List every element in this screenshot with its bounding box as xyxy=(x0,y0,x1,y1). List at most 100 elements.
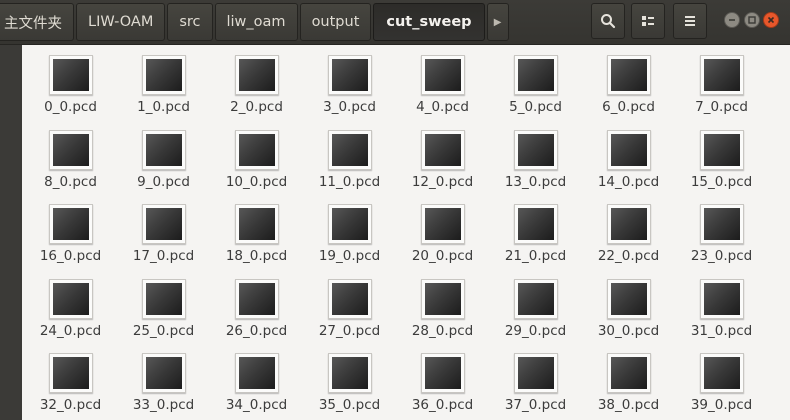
file-name-label: 16_0.pcd xyxy=(39,248,102,264)
file-name-label: 26_0.pcd xyxy=(225,322,288,339)
file-thumbnail-preview xyxy=(703,133,740,166)
file-thumbnail-preview xyxy=(52,208,89,240)
breadcrumb-home[interactable]: 主文件夹 xyxy=(0,3,74,41)
file-name-label: 13_0.pcd xyxy=(504,173,567,190)
file-thumbnail-preview xyxy=(424,208,461,240)
pcd-file-icon xyxy=(699,55,744,95)
file-item[interactable]: 35_0.pcd xyxy=(303,353,396,420)
file-item[interactable]: 34_0.pcd xyxy=(210,353,303,420)
file-item[interactable]: 28_0.pcd xyxy=(396,278,489,354)
file-thumbnail-preview xyxy=(145,357,182,389)
file-item[interactable]: 10_0.pcd xyxy=(210,129,303,205)
file-name-label: 30_0.pcd xyxy=(597,322,660,339)
file-item[interactable]: 2_0.pcd xyxy=(210,55,303,130)
breadcrumb-liw-oam[interactable]: LIW-OAM xyxy=(76,3,166,41)
file-item[interactable]: 4_0.pcd xyxy=(396,55,489,130)
file-item[interactable]: 36_0.pcd xyxy=(396,353,489,420)
file-thumbnail-preview xyxy=(424,133,461,166)
file-thumbnail-preview xyxy=(424,357,461,389)
hamburger-menu-icon xyxy=(685,16,695,26)
file-item[interactable]: 22_0.pcd xyxy=(582,204,675,279)
pcd-file-icon xyxy=(699,129,744,170)
file-item[interactable]: 12_0.pcd xyxy=(396,129,489,205)
file-name-label: 37_0.pcd xyxy=(504,397,567,413)
file-name-label: 20_0.pcd xyxy=(411,248,474,264)
pcd-file-icon xyxy=(141,353,186,393)
menu-button[interactable] xyxy=(673,3,707,39)
file-thumbnail-preview xyxy=(703,282,740,315)
breadcrumb-current[interactable]: cut_sweep xyxy=(373,3,485,41)
file-name-label: 1_0.pcd xyxy=(137,99,190,115)
pcd-file-icon xyxy=(48,129,93,170)
file-item[interactable]: 38_0.pcd xyxy=(582,353,675,420)
file-name-label: 25_0.pcd xyxy=(132,322,195,339)
file-thumbnail-preview xyxy=(610,59,647,91)
file-item[interactable]: 7_0.pcd xyxy=(675,55,768,130)
file-item[interactable]: 26_0.pcd xyxy=(210,278,303,354)
file-item[interactable]: 6_0.pcd xyxy=(582,55,675,130)
file-item[interactable]: 23_0.pcd xyxy=(675,204,768,279)
file-item[interactable]: 14_0.pcd xyxy=(582,129,675,205)
file-item[interactable]: 32_0.pcd xyxy=(24,353,117,420)
file-item[interactable]: 25_0.pcd xyxy=(117,278,210,354)
minimize-icon xyxy=(729,19,735,21)
close-button[interactable] xyxy=(763,12,779,28)
file-item[interactable]: 33_0.pcd xyxy=(117,353,210,420)
file-item[interactable]: 0_0.pcd xyxy=(24,55,117,130)
file-item[interactable]: 27_0.pcd xyxy=(303,278,396,354)
pathbar-scroll-right-button[interactable]: ▶ xyxy=(486,3,509,41)
file-grid: 0_0.pcd 1_0.pcd 2_0.pcd 3_0.pcd 4_0.pcd 5_0.p… xyxy=(24,55,768,420)
file-item[interactable]: 39_0.pcd xyxy=(675,353,768,420)
file-item[interactable]: 8_0.pcd xyxy=(24,129,117,205)
view-toggle-button[interactable] xyxy=(631,3,665,39)
file-name-label: 36_0.pcd xyxy=(411,397,474,413)
file-name-label: 0_0.pcd xyxy=(44,99,97,115)
file-thumbnail-preview xyxy=(424,59,461,91)
file-name-label: 31_0.pcd xyxy=(690,322,753,339)
maximize-icon xyxy=(748,16,756,24)
file-item[interactable]: 1_0.pcd xyxy=(117,55,210,130)
file-item[interactable]: 21_0.pcd xyxy=(489,204,582,279)
breadcrumb-src[interactable]: src xyxy=(167,3,213,41)
maximize-button[interactable] xyxy=(744,12,760,28)
sidebar-edge xyxy=(0,45,22,420)
file-view: 0_0.pcd 1_0.pcd 2_0.pcd 3_0.pcd 4_0.pcd 5_0.p… xyxy=(22,45,790,420)
pcd-file-icon xyxy=(606,353,651,393)
file-thumbnail-preview xyxy=(238,133,275,166)
file-name-label: 5_0.pcd xyxy=(509,99,562,115)
file-item[interactable]: 18_0.pcd xyxy=(210,204,303,279)
file-item[interactable]: 5_0.pcd xyxy=(489,55,582,130)
pcd-file-icon xyxy=(420,204,465,244)
minimize-button[interactable] xyxy=(724,12,740,28)
file-item[interactable]: 29_0.pcd xyxy=(489,278,582,354)
file-item[interactable]: 3_0.pcd xyxy=(303,55,396,130)
file-name-label: 29_0.pcd xyxy=(504,322,567,339)
file-item[interactable]: 13_0.pcd xyxy=(489,129,582,205)
file-thumbnail-preview xyxy=(703,208,740,240)
file-item[interactable]: 20_0.pcd xyxy=(396,204,489,279)
file-item[interactable]: 31_0.pcd xyxy=(675,278,768,354)
file-thumbnail-preview xyxy=(52,133,89,166)
file-item[interactable]: 30_0.pcd xyxy=(582,278,675,354)
file-item[interactable]: 11_0.pcd xyxy=(303,129,396,205)
breadcrumb-liw-oam-pkg[interactable]: liw_oam xyxy=(214,3,298,41)
pcd-file-icon xyxy=(234,278,279,319)
pcd-file-icon xyxy=(513,353,558,393)
file-item[interactable]: 19_0.pcd xyxy=(303,204,396,279)
breadcrumb-output[interactable]: output xyxy=(299,3,372,41)
file-item[interactable]: 9_0.pcd xyxy=(117,129,210,205)
file-name-label: 15_0.pcd xyxy=(690,173,753,190)
pcd-file-icon xyxy=(327,278,372,319)
file-item[interactable]: 37_0.pcd xyxy=(489,353,582,420)
file-name-label: 2_0.pcd xyxy=(230,99,283,115)
pcd-file-icon xyxy=(141,55,186,95)
file-item[interactable]: 16_0.pcd xyxy=(24,204,117,279)
file-name-label: 7_0.pcd xyxy=(695,99,748,115)
file-item[interactable]: 15_0.pcd xyxy=(675,129,768,205)
file-item[interactable]: 17_0.pcd xyxy=(117,204,210,279)
pcd-file-icon xyxy=(141,278,186,319)
path-bar: 主文件夹 LIW-OAM src liw_oam output cut_swee… xyxy=(0,3,511,41)
file-item[interactable]: 24_0.pcd xyxy=(24,278,117,354)
pcd-file-icon xyxy=(141,129,186,170)
search-button[interactable] xyxy=(591,3,625,39)
